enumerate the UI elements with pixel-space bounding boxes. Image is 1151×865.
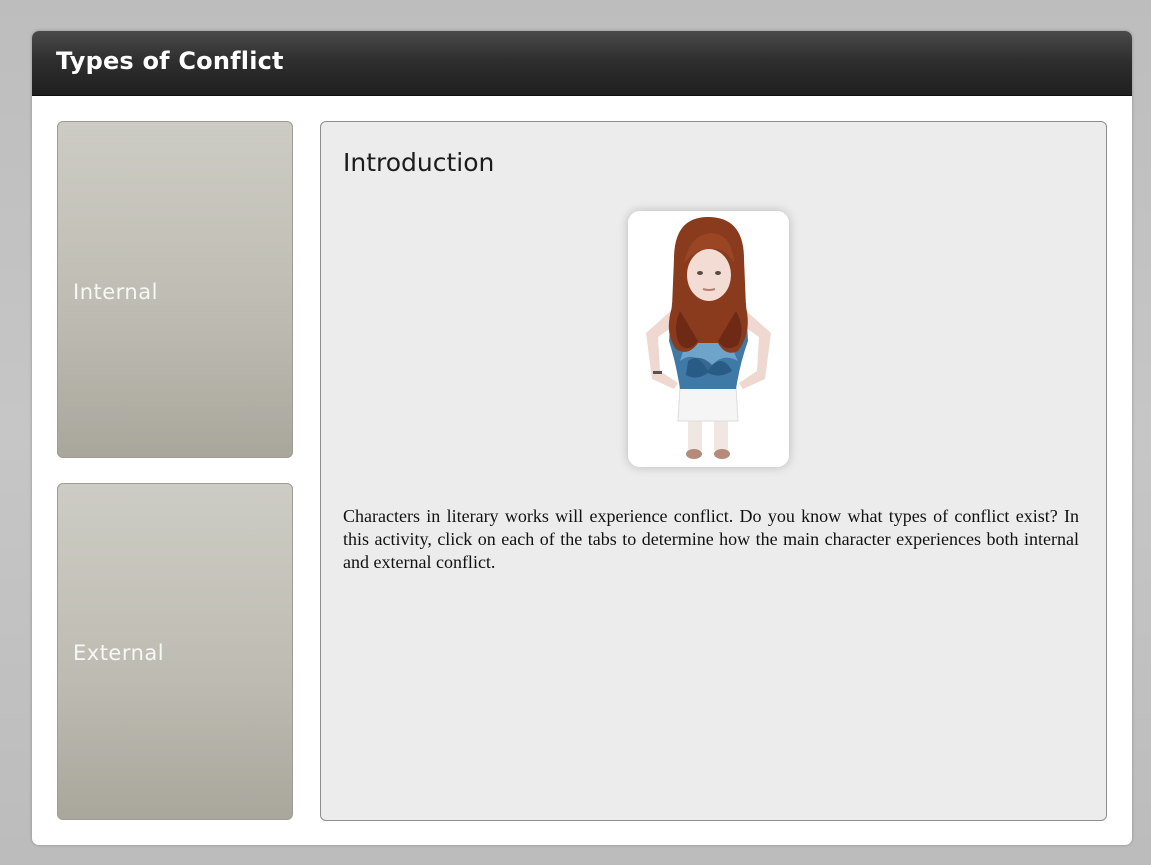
tab-external-label: External (73, 641, 165, 665)
content-body: Characters in literary works will experi… (343, 506, 1079, 572)
character-photo (628, 211, 789, 467)
content-heading: Introduction (343, 148, 495, 177)
tab-internal-label: Internal (73, 280, 158, 304)
activity-window: Types of Conflict Internal External Intr… (32, 31, 1132, 845)
tab-external[interactable]: External (57, 483, 293, 820)
title-bar: Types of Conflict (32, 31, 1132, 96)
girl-photo-icon (628, 211, 789, 467)
content-panel: Introduction Characters in literary work… (320, 121, 1107, 821)
tab-internal[interactable]: Internal (57, 121, 293, 458)
page-title: Types of Conflict (56, 47, 284, 75)
